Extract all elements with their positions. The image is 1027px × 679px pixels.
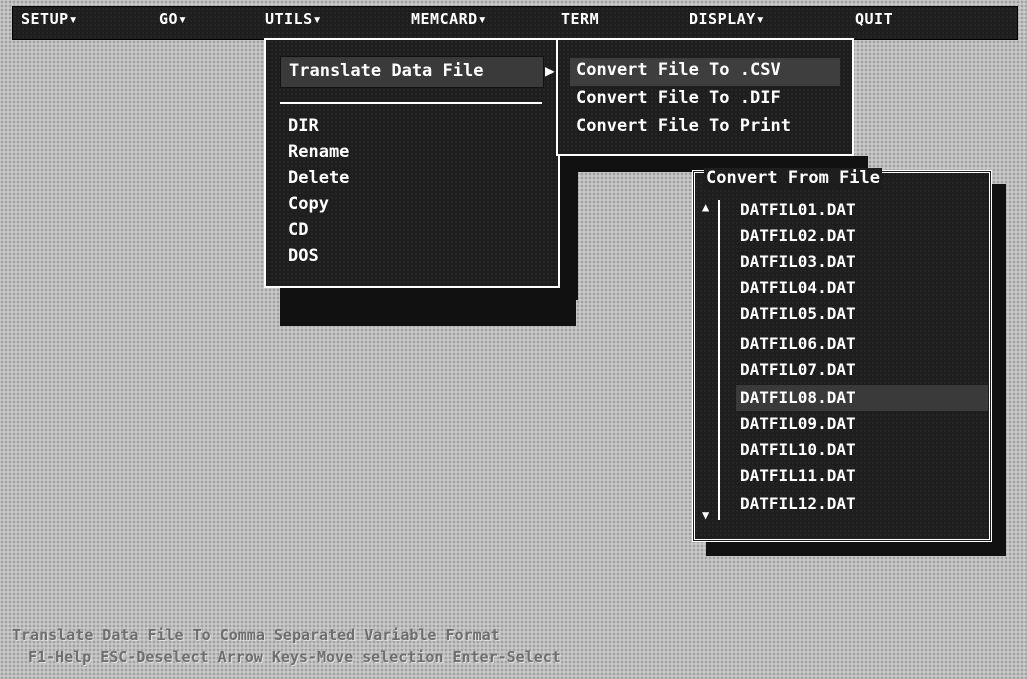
- utils-menu-shadow-side: [560, 150, 578, 300]
- scroll-up-arrow-icon[interactable]: ▲: [702, 200, 709, 214]
- menu-display[interactable]: DISPLAY▾: [689, 10, 765, 28]
- menu-item-translate-data-file[interactable]: Translate Data File ▶: [280, 56, 555, 88]
- menu-quit[interactable]: QUIT: [855, 10, 893, 28]
- status-key-hints: F1-Help ESC-Deselect Arrow Keys-Move sel…: [28, 648, 561, 666]
- utils-menu-shadow: [280, 288, 576, 326]
- file-dialog-title: Convert From File: [704, 168, 882, 188]
- file-list-item[interactable]: DATFIL04.DAT: [740, 278, 856, 297]
- translate-label: Translate Data File: [289, 61, 484, 81]
- menu-item-convert-print[interactable]: Convert File To Print: [576, 116, 791, 136]
- utils-dropdown: Translate Data File ▶ DIR Rename Delete …: [264, 38, 560, 288]
- file-list-item[interactable]: DATFIL09.DAT: [740, 414, 856, 433]
- menu-bar: SETUP▾ GO▾ UTILS▾ MEMCARD▾ TERM DISPLAY▾…: [12, 6, 1018, 40]
- convert-submenu: Convert File To .CSV Convert File To .DI…: [556, 38, 854, 156]
- menu-item-dir[interactable]: DIR: [288, 116, 319, 136]
- status-bar: Translate Data File To Comma Separated V…: [12, 626, 1016, 672]
- file-dialog-shadow: [706, 542, 1006, 556]
- scrollbar-track[interactable]: [718, 200, 720, 520]
- menu-item-copy[interactable]: Copy: [288, 194, 329, 214]
- menu-item-convert-dif[interactable]: Convert File To .DIF: [576, 88, 781, 108]
- file-list-item[interactable]: DATFIL01.DAT: [740, 200, 856, 219]
- menu-setup[interactable]: SETUP▾: [21, 10, 78, 28]
- menu-memcard[interactable]: MEMCARD▾: [411, 10, 487, 28]
- file-list-item[interactable]: DATFIL02.DAT: [740, 226, 856, 245]
- file-list-item[interactable]: DATFIL12.DAT: [740, 494, 856, 513]
- menu-item-delete[interactable]: Delete: [288, 168, 349, 188]
- status-description: Translate Data File To Comma Separated V…: [12, 626, 500, 644]
- file-list-item[interactable]: DATFIL10.DAT: [740, 440, 856, 459]
- scroll-down-arrow-icon[interactable]: ▼: [702, 508, 709, 522]
- submenu-arrow-icon: ▶: [545, 61, 555, 80]
- file-list-item[interactable]: DATFIL11.DAT: [740, 466, 856, 485]
- menu-go[interactable]: GO▾: [159, 10, 188, 28]
- menu-term[interactable]: TERM: [561, 10, 599, 28]
- file-list-item[interactable]: DATFIL07.DAT: [740, 360, 856, 379]
- menu-item-cd[interactable]: CD: [288, 220, 308, 240]
- menu-item-dos[interactable]: DOS: [288, 246, 319, 266]
- menu-item-rename[interactable]: Rename: [288, 142, 349, 162]
- file-dialog-shadow-side: [992, 184, 1006, 556]
- menu-utils[interactable]: UTILS▾: [261, 10, 326, 28]
- menu-divider: [280, 102, 542, 104]
- file-list-item[interactable]: DATFIL03.DAT: [740, 252, 856, 271]
- menu-item-convert-csv[interactable]: Convert File To .CSV: [576, 60, 781, 80]
- file-list-item[interactable]: DATFIL06.DAT: [740, 334, 856, 353]
- file-list-item[interactable]: DATFIL05.DAT: [740, 304, 856, 323]
- file-list-item-selected[interactable]: DATFIL08.DAT: [740, 388, 856, 407]
